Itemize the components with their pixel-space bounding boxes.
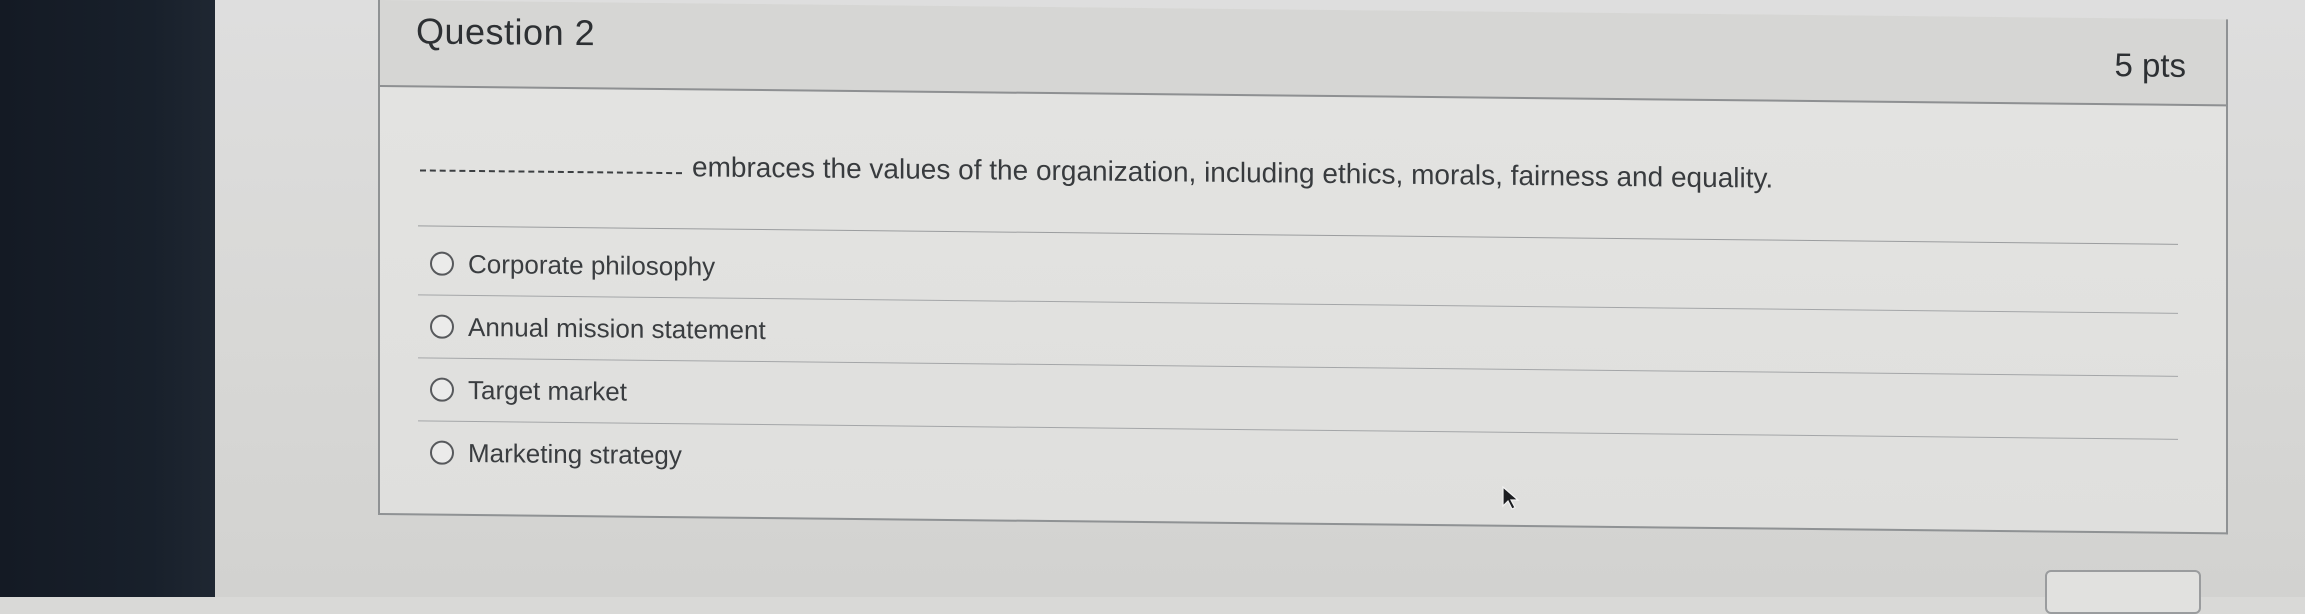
answer-label[interactable]: Corporate philosophy xyxy=(468,248,715,282)
mouse-pointer-icon xyxy=(1502,486,1520,510)
question-card: Question 2 5 pts embraces the values of … xyxy=(378,0,2228,535)
answer-label[interactable]: Marketing strategy xyxy=(468,437,682,470)
question-header: Question 2 5 pts xyxy=(380,0,2226,107)
radio-button-icon[interactable] xyxy=(430,377,454,402)
answer-list: Corporate philosophy Annual mission stat… xyxy=(418,232,2178,501)
question-points: 5 pts xyxy=(2114,46,2186,84)
question-prompt-text: embraces the values of the organization,… xyxy=(692,151,1774,194)
radio-button-icon[interactable] xyxy=(430,440,454,465)
radio-button-icon[interactable] xyxy=(430,251,454,276)
next-button-partial[interactable] xyxy=(2045,570,2201,614)
question-title: Question 2 xyxy=(416,10,596,54)
answer-label[interactable]: Target market xyxy=(468,374,627,407)
answer-label[interactable]: Annual mission statement xyxy=(468,311,766,345)
monitor-bezel xyxy=(0,0,215,597)
radio-button-icon[interactable] xyxy=(430,314,454,339)
question-prompt: embraces the values of the organization,… xyxy=(420,148,1773,194)
fill-in-blank-line xyxy=(420,169,682,175)
